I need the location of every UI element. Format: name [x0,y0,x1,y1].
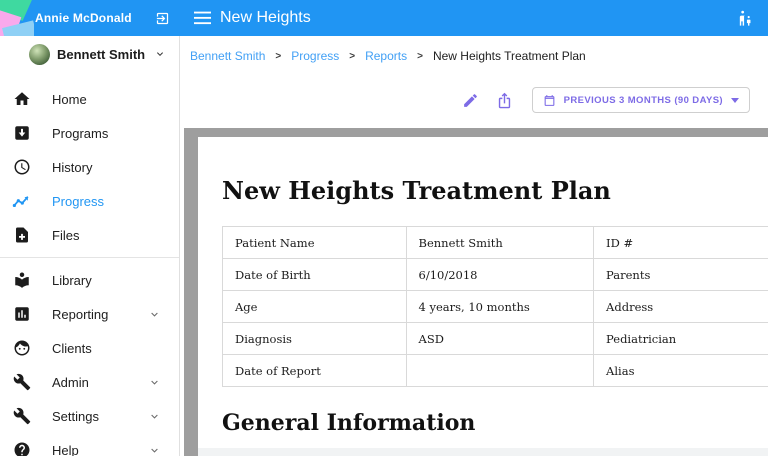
chevron-down-icon[interactable] [148,410,161,423]
cell-value: 6/10/2018 [406,259,594,291]
table-row: Age 4 years, 10 months Address [223,291,768,323]
sidebar-item-reporting[interactable]: Reporting [0,297,179,331]
cell-label: Patient Name [223,227,407,259]
edit-pencil-icon[interactable] [456,85,486,115]
sidebar-item-help[interactable]: Help [0,433,179,456]
date-range-button[interactable]: PREVIOUS 3 MONTHS (90 DAYS) [532,87,750,113]
cell-label: ID # [594,227,768,259]
report-page: New Heights Treatment Plan Patient Name … [198,137,768,448]
home-icon [12,90,31,109]
cell-label: Date of Report [223,355,407,387]
menu-icon[interactable] [194,11,211,25]
report-actions: PREVIOUS 3 MONTHS (90 DAYS) [180,76,768,124]
calendar-icon [543,94,556,107]
client-avatar [29,44,50,65]
clients-face-icon [12,339,31,358]
progress-chart-icon [12,192,31,211]
breadcrumb-client[interactable]: Bennett Smith [190,49,265,63]
sidebar-item-files[interactable]: Files [0,218,179,252]
breadcrumb-reports[interactable]: Reports [365,49,407,63]
reporting-icon [12,305,31,324]
sidebar-nav: Home Programs History Progress Files [0,82,179,456]
cell-value [406,355,594,387]
document-viewer: New Heights Treatment Plan Patient Name … [184,128,768,456]
cell-label: Parents [594,259,768,291]
cell-value: Bennett Smith [406,227,594,259]
cell-label: Address [594,291,768,323]
table-row: Patient Name Bennett Smith ID # [223,227,768,259]
family-icon[interactable] [737,10,754,27]
sidebar-item-home[interactable]: Home [0,82,179,116]
breadcrumb-separator: > [417,51,423,62]
breadcrumb-progress[interactable]: Progress [291,49,339,63]
logout-icon[interactable] [155,11,170,26]
breadcrumb-separator: > [349,51,355,62]
help-icon [12,441,31,456]
app-title: New Heights [220,9,311,27]
sidebar-item-library[interactable]: Library [0,263,179,297]
history-clock-icon [12,158,31,177]
sidebar-item-programs[interactable]: Programs [0,116,179,150]
cell-value: ASD [406,323,594,355]
section-heading: General Information [222,410,768,436]
sidebar-divider [0,257,179,258]
cell-label: Age [223,291,407,323]
table-row: Diagnosis ASD Pediatrician [223,323,768,355]
library-icon [12,271,31,290]
practice-avatar [0,0,34,36]
patient-info-table: Patient Name Bennett Smith ID # Date of … [222,226,768,387]
chevron-down-icon[interactable] [148,376,161,389]
share-icon[interactable] [490,85,520,115]
files-icon [12,226,31,245]
table-row: Date of Report Alias [223,355,768,387]
sidebar-item-admin[interactable]: Admin [0,365,179,399]
cell-value: 4 years, 10 months [406,291,594,323]
chevron-down-icon[interactable] [148,308,161,321]
sidebar-item-clients[interactable]: Clients [0,331,179,365]
cell-label: Date of Birth [223,259,407,291]
sidebar-item-progress[interactable]: Progress [0,184,179,218]
date-range-label: PREVIOUS 3 MONTHS (90 DAYS) [564,95,723,106]
wrench-icon [12,407,31,426]
chevron-down-icon [731,98,739,103]
client-name: Bennett Smith [57,47,145,62]
breadcrumb: Bennett Smith > Progress > Reports > New… [180,36,768,76]
top-bar: Annie McDonald New Heights [0,0,768,36]
cell-label: Diagnosis [223,323,407,355]
breadcrumb-current: New Heights Treatment Plan [433,49,586,63]
sidebar-item-history[interactable]: History [0,150,179,184]
chevron-down-icon [154,48,166,60]
sidebar: Bennett Smith Home Programs History [0,36,180,456]
cell-label: Pediatrician [594,323,768,355]
practice-name: Annie McDonald [35,11,132,25]
cell-label: Alias [594,355,768,387]
table-row: Date of Birth 6/10/2018 Parents [223,259,768,291]
programs-icon [12,124,31,143]
client-selector[interactable]: Bennett Smith [0,36,179,72]
chevron-down-icon[interactable] [148,444,161,456]
sidebar-item-settings[interactable]: Settings [0,399,179,433]
report-title: New Heights Treatment Plan [222,176,768,205]
wrench-icon [12,373,31,392]
breadcrumb-separator: > [275,51,281,62]
horizontal-scrollbar[interactable] [198,448,768,456]
main-content: Bennett Smith > Progress > Reports > New… [180,36,768,456]
